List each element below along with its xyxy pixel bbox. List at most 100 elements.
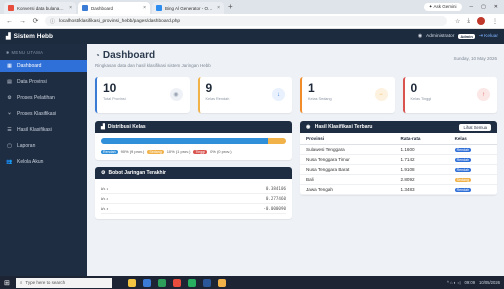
legend-text: 90% (9 prov.): [120, 149, 145, 154]
arrow-down-icon: ↓: [272, 88, 285, 101]
tab-close-icon[interactable]: ×: [69, 5, 72, 11]
tab-label: Bing Al Generator - Online Harr: [165, 5, 214, 11]
user-circle-icon: ◉: [417, 34, 423, 39]
app-header: ▟ Sistem Hebb ◉ Administrator Admin ⇥ Ke…: [0, 29, 504, 44]
legend-text: 0% (0 prov.): [210, 149, 232, 154]
back-icon[interactable]: ←: [6, 18, 13, 25]
close-window-icon[interactable]: ✕: [494, 4, 498, 10]
sidebar: ✱ MENU UTAMA ▦ Dashboard ▤ Data Provinsi ⚙ Pr…: [0, 44, 87, 276]
column-header: Rata-rata: [394, 133, 449, 145]
tray-icons[interactable]: ^ ⌂ ◐ ◁: [447, 280, 461, 285]
stat-card: 1 Kelas Sedang −: [300, 77, 395, 113]
tab-close-icon[interactable]: ×: [217, 5, 220, 11]
browser-tab[interactable]: Konversi data bulanan ke tahu ×: [4, 2, 76, 14]
branch-icon: ⑂: [7, 111, 11, 117]
chart-bars-icon: ▟: [6, 34, 11, 40]
page-title-text: Dashboard: [102, 50, 156, 61]
legend-text: 10% (1 prov.): [166, 149, 191, 154]
taskbar-apps: [127, 278, 226, 287]
forward-icon[interactable]: →: [19, 18, 26, 25]
clock-date[interactable]: 10/05/2026: [479, 280, 500, 285]
address-bar: ← → ⟳ ⓘ localhost/klasifikasi_provinsi_h…: [0, 14, 504, 29]
progress-segment-rendah: [101, 138, 268, 144]
site-info-icon[interactable]: ⓘ: [50, 18, 55, 25]
store-icon[interactable]: [157, 278, 166, 287]
window-controls: ✦ Ask Gemini ─ ▢ ✕: [423, 0, 504, 14]
sidebar-item-kelola-akun[interactable]: 👥 Kelola Akun: [0, 156, 87, 168]
province-cell: Bali: [300, 174, 395, 185]
sidebar-item-hasil-klasifikasi[interactable]: ☰ Hasil Klasifikasi: [0, 124, 87, 136]
sidebar-item-label: Hasil Klasifikasi: [17, 127, 52, 133]
ask-gemini-button[interactable]: ✦ Ask Gemini: [423, 3, 462, 11]
brand[interactable]: ▟ Sistem Hebb: [6, 33, 53, 40]
column-header: Provinsi: [300, 133, 395, 145]
gauge-icon: ◔: [95, 51, 100, 60]
user-area: ◉ Administrator Admin ⇥ Keluar: [418, 34, 498, 39]
browser-tab[interactable]: Bing Al Generator - Online Harr ×: [152, 2, 224, 14]
average-cell: 1.3483: [394, 184, 449, 195]
folder-icon[interactable]: [217, 278, 226, 287]
sidebar-menu: ▦ Dashboard ▤ Data Provinsi ⚙ Proses Pelatiha…: [0, 60, 87, 168]
stat-card: 0 Kelas Tinggi ↑: [402, 77, 497, 113]
stat-card: 9 Kelas Rendah ↓: [197, 77, 292, 113]
sidebar-item-dashboard[interactable]: ▦ Dashboard: [0, 60, 87, 72]
tab-favicon-icon: [8, 5, 14, 11]
panels: ▟ Distribusi Kelas Rendah 90% (9 prov.) Se…: [95, 121, 497, 219]
results-panel: ◉ Hasil Klasifikasi Terbaru Lihat Semua …: [300, 121, 497, 195]
column-header: Kelas: [448, 133, 497, 145]
reload-icon[interactable]: ⟳: [32, 17, 39, 25]
province-cell: Nusa Tenggara Barat: [300, 164, 395, 175]
weight-label: w₁₂: [101, 196, 109, 201]
grid-icon: ▦: [7, 63, 12, 69]
table-row[interactable]: Jawa Tengah 1.3483 Rendah: [300, 184, 497, 195]
class-cell: Sedang: [448, 174, 497, 185]
taskbar-search[interactable]: ⌕ Type here to search: [15, 277, 112, 288]
left-column: ▟ Distribusi Kelas Rendah 90% (9 prov.) Se…: [95, 121, 292, 219]
current-date: Sunday, 10 May 2026: [453, 56, 497, 61]
average-cell: 1.7142: [394, 154, 449, 165]
progress-segment-sedang: [267, 138, 286, 144]
chrome-icon[interactable]: [172, 278, 181, 287]
excel-icon[interactable]: [187, 278, 196, 287]
browser-tab-active[interactable]: Dashboard ×: [78, 2, 150, 14]
menu-dots-icon[interactable]: ⋮: [492, 18, 498, 25]
search-icon: ⌕: [19, 280, 23, 285]
table-row[interactable]: Bali 2.8092 Sedang: [300, 174, 497, 185]
results-table: Provinsi Rata-rata Kelas Sulawesi Tengga…: [300, 133, 497, 195]
clock-time[interactable]: 09:09: [465, 280, 475, 285]
table-icon: ▤: [7, 79, 12, 85]
logout-link[interactable]: ⇥ Keluar: [479, 34, 498, 39]
tab-favicon-icon: [82, 5, 88, 11]
downloads-icon[interactable]: ⤓: [467, 18, 470, 25]
bookmark-star-icon[interactable]: ☆: [455, 18, 460, 25]
taskbar-search-placeholder: Type here to search: [25, 280, 66, 285]
profile-avatar[interactable]: [477, 17, 485, 25]
minus-icon: −: [374, 88, 388, 101]
table-row[interactable]: Sulawesi Tenggara 1.1600 Rendah: [300, 144, 497, 155]
sidebar-item-data-provinsi[interactable]: ▤ Data Provinsi: [0, 76, 87, 88]
maximize-icon[interactable]: ▢: [481, 4, 486, 10]
sidebar-item-label: Proses Klasifikasi: [17, 111, 57, 117]
tab-close-icon[interactable]: ×: [143, 5, 146, 11]
table-row[interactable]: Nusa Tenggara Timur 1.7142 Rendah: [300, 154, 497, 165]
class-cell: Rendah: [448, 144, 497, 155]
legend-badge: Rendah: [101, 149, 118, 154]
average-cell: 1.9108: [394, 164, 449, 175]
sidebar-item-laporan[interactable]: ▢ Laporan: [0, 140, 87, 152]
sidebar-item-proses-klasifikasi[interactable]: ⑂ Proses Klasifikasi: [0, 108, 87, 120]
stat-card: 10 Total Provinsi ◉: [95, 77, 190, 113]
file-explorer-icon[interactable]: [127, 278, 136, 287]
weight-value: -0.000090: [263, 206, 286, 211]
view-all-button[interactable]: Lihat Semua: [459, 123, 491, 131]
windows-start-icon[interactable]: ⊞: [4, 279, 10, 287]
edge-icon[interactable]: [142, 278, 151, 287]
weight-row: w₁₁ 0.384106: [101, 184, 286, 194]
sidebar-item-proses-pelatihan[interactable]: ⚙ Proses Pelatihan: [0, 92, 87, 104]
main-content: ◔ Dashboard Ringkasan data dan hasil kla…: [87, 44, 504, 276]
panel-header: ⚙ Bobot Jaringan Terakhir: [95, 167, 292, 179]
word-icon[interactable]: [202, 278, 211, 287]
new-tab-icon[interactable]: +: [228, 2, 233, 12]
table-row[interactable]: Nusa Tenggara Barat 1.9108 Rendah: [300, 164, 497, 175]
minimize-icon[interactable]: ─: [470, 4, 474, 10]
url-field[interactable]: ⓘ localhost/klasifikasi_provinsi_hebb/pa…: [45, 16, 447, 26]
